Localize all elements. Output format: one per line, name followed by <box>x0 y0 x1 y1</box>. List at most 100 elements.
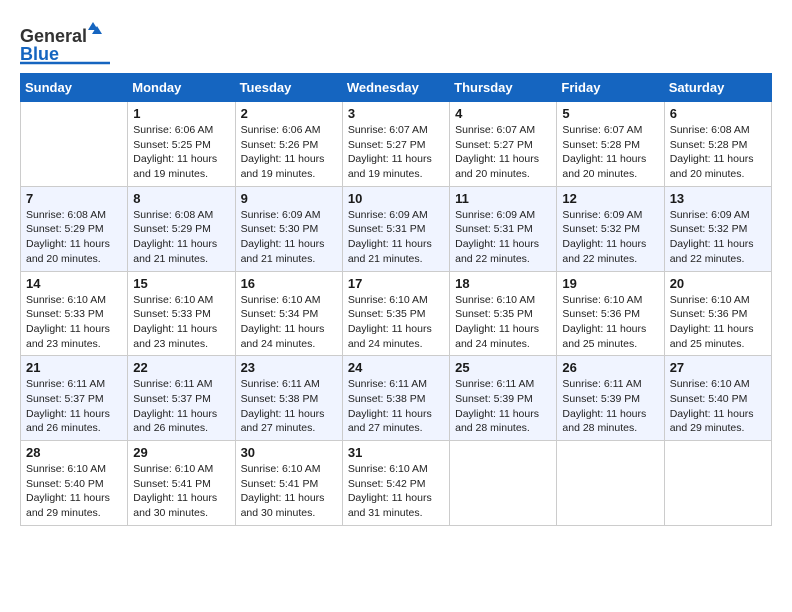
calendar-cell: 12Sunrise: 6:09 AMSunset: 5:32 PMDayligh… <box>557 186 664 271</box>
calendar-cell: 5 Sunrise: 6:07 AMSunset: 5:28 PMDaylight… <box>557 102 664 187</box>
day-info: Sunrise: 6:10 AMSunset: 5:33 PMDaylight:… <box>26 293 122 352</box>
col-header-wednesday: Wednesday <box>342 74 449 102</box>
day-info: Sunrise: 6:11 AMSunset: 5:39 PMDaylight:… <box>562 377 658 436</box>
day-info: Sunrise: 6:07 AMSunset: 5:27 PMDaylight:… <box>348 123 444 182</box>
day-number: 28 <box>26 445 122 460</box>
calendar-cell: 1 Sunrise: 6:06 AMSunset: 5:25 PMDaylight… <box>128 102 235 187</box>
calendar-cell: 8 Sunrise: 6:08 AMSunset: 5:29 PMDaylight… <box>128 186 235 271</box>
day-info: Sunrise: 6:09 AMSunset: 5:31 PMDaylight:… <box>348 208 444 267</box>
calendar-cell: 24 Sunrise: 6:11 AMSunset: 5:38 PMDayligh… <box>342 356 449 441</box>
calendar-cell: 15 Sunrise: 6:10 AMSunset: 5:33 PMDayligh… <box>128 271 235 356</box>
calendar-cell: 19 Sunrise: 6:10 AMSunset: 5:36 PMDayligh… <box>557 271 664 356</box>
day-number: 31 <box>348 445 444 460</box>
day-number: 22 <box>133 360 229 375</box>
day-number: 1 <box>133 106 229 121</box>
day-number: 23 <box>241 360 337 375</box>
calendar-cell: 31 Sunrise: 6:10 AMSunset: 5:42 PMDayligh… <box>342 441 449 526</box>
day-info: Sunrise: 6:06 AMSunset: 5:25 PMDaylight:… <box>133 123 229 182</box>
day-number: 2 <box>241 106 337 121</box>
day-number: 7 <box>26 191 122 206</box>
day-number: 14 <box>26 276 122 291</box>
col-header-tuesday: Tuesday <box>235 74 342 102</box>
col-header-saturday: Saturday <box>664 74 771 102</box>
day-info: Sunrise: 6:11 AMSunset: 5:38 PMDaylight:… <box>348 377 444 436</box>
day-info: Sunrise: 6:07 AMSunset: 5:28 PMDaylight:… <box>562 123 658 182</box>
day-number: 26 <box>562 360 658 375</box>
col-header-sunday: Sunday <box>21 74 128 102</box>
calendar-header-row: SundayMondayTuesdayWednesdayThursdayFrid… <box>21 74 772 102</box>
day-info: Sunrise: 6:10 AMSunset: 5:34 PMDaylight:… <box>241 293 337 352</box>
day-number: 16 <box>241 276 337 291</box>
day-number: 12 <box>562 191 658 206</box>
day-info: Sunrise: 6:08 AMSunset: 5:28 PMDaylight:… <box>670 123 766 182</box>
calendar-cell: 29Sunrise: 6:10 AMSunset: 5:41 PMDayligh… <box>128 441 235 526</box>
day-info: Sunrise: 6:11 AMSunset: 5:37 PMDaylight:… <box>26 377 122 436</box>
calendar-cell: 13 Sunrise: 6:09 AMSunset: 5:32 PMDayligh… <box>664 186 771 271</box>
calendar-cell: 26 Sunrise: 6:11 AMSunset: 5:39 PMDayligh… <box>557 356 664 441</box>
day-info: Sunrise: 6:10 AMSunset: 5:41 PMDaylight:… <box>241 462 337 521</box>
calendar-cell: 9Sunrise: 6:09 AMSunset: 5:30 PMDaylight… <box>235 186 342 271</box>
calendar-cell: 22Sunrise: 6:11 AMSunset: 5:37 PMDayligh… <box>128 356 235 441</box>
logo-svg: General Blue <box>20 20 110 65</box>
day-info: Sunrise: 6:09 AMSunset: 5:32 PMDaylight:… <box>670 208 766 267</box>
day-number: 21 <box>26 360 122 375</box>
calendar-week-3: 14 Sunrise: 6:10 AMSunset: 5:33 PMDayligh… <box>21 271 772 356</box>
day-number: 27 <box>670 360 766 375</box>
calendar-cell: 7Sunrise: 6:08 AMSunset: 5:29 PMDaylight… <box>21 186 128 271</box>
day-info: Sunrise: 6:10 AMSunset: 5:35 PMDaylight:… <box>348 293 444 352</box>
day-info: Sunrise: 6:10 AMSunset: 5:36 PMDaylight:… <box>562 293 658 352</box>
logo: General Blue <box>20 20 110 65</box>
svg-text:General: General <box>20 26 87 46</box>
calendar-body: 1 Sunrise: 6:06 AMSunset: 5:25 PMDaylight… <box>21 102 772 526</box>
day-number: 20 <box>670 276 766 291</box>
day-number: 24 <box>348 360 444 375</box>
calendar-week-4: 21 Sunrise: 6:11 AMSunset: 5:37 PMDayligh… <box>21 356 772 441</box>
day-number: 25 <box>455 360 551 375</box>
col-header-thursday: Thursday <box>450 74 557 102</box>
calendar-cell: 2Sunrise: 6:06 AMSunset: 5:26 PMDaylight… <box>235 102 342 187</box>
day-info: Sunrise: 6:07 AMSunset: 5:27 PMDaylight:… <box>455 123 551 182</box>
day-number: 3 <box>348 106 444 121</box>
calendar-cell: 21 Sunrise: 6:11 AMSunset: 5:37 PMDayligh… <box>21 356 128 441</box>
day-number: 8 <box>133 191 229 206</box>
calendar-cell: 6 Sunrise: 6:08 AMSunset: 5:28 PMDaylight… <box>664 102 771 187</box>
day-number: 10 <box>348 191 444 206</box>
calendar-cell: 16 Sunrise: 6:10 AMSunset: 5:34 PMDayligh… <box>235 271 342 356</box>
col-header-friday: Friday <box>557 74 664 102</box>
calendar-cell: 10 Sunrise: 6:09 AMSunset: 5:31 PMDayligh… <box>342 186 449 271</box>
day-number: 19 <box>562 276 658 291</box>
calendar-cell: 4Sunrise: 6:07 AMSunset: 5:27 PMDaylight… <box>450 102 557 187</box>
day-number: 6 <box>670 106 766 121</box>
calendar-table: SundayMondayTuesdayWednesdayThursdayFrid… <box>20 73 772 526</box>
day-info: Sunrise: 6:10 AMSunset: 5:35 PMDaylight:… <box>455 293 551 352</box>
day-info: Sunrise: 6:10 AMSunset: 5:42 PMDaylight:… <box>348 462 444 521</box>
day-info: Sunrise: 6:09 AMSunset: 5:30 PMDaylight:… <box>241 208 337 267</box>
calendar-cell <box>557 441 664 526</box>
calendar-cell: 11 Sunrise: 6:09 AMSunset: 5:31 PMDayligh… <box>450 186 557 271</box>
day-info: Sunrise: 6:10 AMSunset: 5:40 PMDaylight:… <box>670 377 766 436</box>
day-number: 29 <box>133 445 229 460</box>
day-info: Sunrise: 6:11 AMSunset: 5:39 PMDaylight:… <box>455 377 551 436</box>
calendar-cell: 23 Sunrise: 6:11 AMSunset: 5:38 PMDayligh… <box>235 356 342 441</box>
calendar-cell: 25 Sunrise: 6:11 AMSunset: 5:39 PMDayligh… <box>450 356 557 441</box>
day-number: 5 <box>562 106 658 121</box>
day-info: Sunrise: 6:11 AMSunset: 5:38 PMDaylight:… <box>241 377 337 436</box>
calendar-cell <box>21 102 128 187</box>
calendar-cell: 3 Sunrise: 6:07 AMSunset: 5:27 PMDaylight… <box>342 102 449 187</box>
day-number: 18 <box>455 276 551 291</box>
day-number: 30 <box>241 445 337 460</box>
calendar-cell: 27 Sunrise: 6:10 AMSunset: 5:40 PMDayligh… <box>664 356 771 441</box>
day-info: Sunrise: 6:08 AMSunset: 5:29 PMDaylight:… <box>133 208 229 267</box>
calendar-cell: 14 Sunrise: 6:10 AMSunset: 5:33 PMDayligh… <box>21 271 128 356</box>
col-header-monday: Monday <box>128 74 235 102</box>
svg-text:Blue: Blue <box>20 44 59 64</box>
calendar-week-2: 7 Sunrise: 6:08 AMSunset: 5:29 PMDaylight… <box>21 186 772 271</box>
day-number: 11 <box>455 191 551 206</box>
day-info: Sunrise: 6:10 AMSunset: 5:40 PMDaylight:… <box>26 462 122 521</box>
day-number: 15 <box>133 276 229 291</box>
day-info: Sunrise: 6:10 AMSunset: 5:33 PMDaylight:… <box>133 293 229 352</box>
calendar-week-5: 28 Sunrise: 6:10 AMSunset: 5:40 PMDayligh… <box>21 441 772 526</box>
day-info: Sunrise: 6:09 AMSunset: 5:31 PMDaylight:… <box>455 208 551 267</box>
day-number: 13 <box>670 191 766 206</box>
calendar-cell: 30 Sunrise: 6:10 AMSunset: 5:41 PMDayligh… <box>235 441 342 526</box>
